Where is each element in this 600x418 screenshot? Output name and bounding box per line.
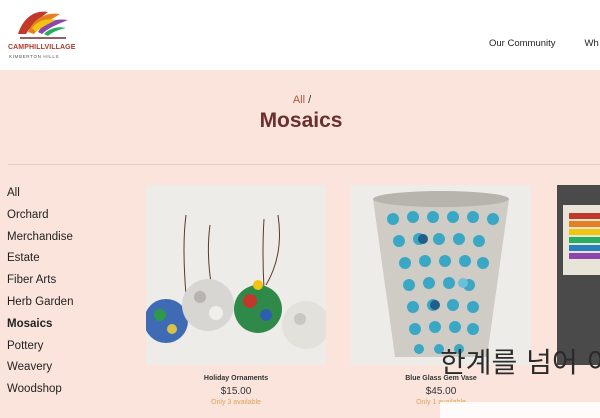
breadcrumb-separator: / — [308, 94, 312, 106]
sidebar-item-all[interactable]: All — [7, 183, 73, 205]
sidebar-item-pottery[interactable]: Pottery — [7, 336, 73, 358]
sidebar-item-fiber-arts[interactable]: Fiber Arts — [7, 270, 73, 292]
tree-logo-icon — [18, 11, 68, 39]
nav-item-truncated[interactable]: Wh — [585, 38, 599, 49]
sidebar-item-estate[interactable]: Estate — [7, 248, 73, 270]
ornaments-photo-icon[interactable] — [146, 185, 326, 365]
watermark-glyphs: 한계를 넘어 이음 — [440, 346, 600, 379]
watermark-overlay: 한계를 넘어 이음 — [440, 332, 600, 418]
logo-name: CAMPHILLVILLAGE — [8, 44, 76, 51]
product-availability: Only 3 available — [211, 399, 261, 406]
page-title: Mosaics — [259, 109, 343, 132]
site-header: CAMPHILLVILLAGE KIMBERTON HILLS Our Comm… — [0, 0, 600, 70]
logo-subtitle: KIMBERTON HILLS — [9, 54, 60, 59]
watermark-bar — [440, 402, 600, 418]
product-name[interactable]: Holiday Ornaments — [146, 375, 326, 382]
sidebar-item-woodshop[interactable]: Woodshop — [7, 379, 73, 401]
category-sidebar: All Orchard Merchandise Estate Fiber Art… — [7, 183, 73, 401]
sidebar-item-herb-garden[interactable]: Herb Garden — [7, 292, 73, 314]
divider — [8, 164, 600, 165]
product-price: $15.00 — [220, 386, 252, 397]
watermark-text: 한계를 넘어 이음 — [440, 346, 600, 379]
breadcrumb-all-link[interactable]: All — [293, 94, 305, 106]
main-nav: Our Community Wh — [489, 38, 600, 49]
site-logo[interactable]: CAMPHILLVILLAGE KIMBERTON HILLS — [8, 8, 76, 62]
sidebar-item-weavery[interactable]: Weavery — [7, 357, 73, 379]
nav-item-our-community[interactable]: Our Community — [489, 38, 556, 49]
sidebar-item-orchard[interactable]: Orchard — [7, 205, 73, 227]
breadcrumb: All / — [0, 94, 600, 106]
sidebar-item-mosaics[interactable]: Mosaics — [7, 314, 73, 336]
product-card[interactable]: Holiday Ornaments $15.00 Only 3 availabl… — [146, 185, 326, 406]
sidebar-item-merchandise[interactable]: Merchandise — [7, 227, 73, 249]
